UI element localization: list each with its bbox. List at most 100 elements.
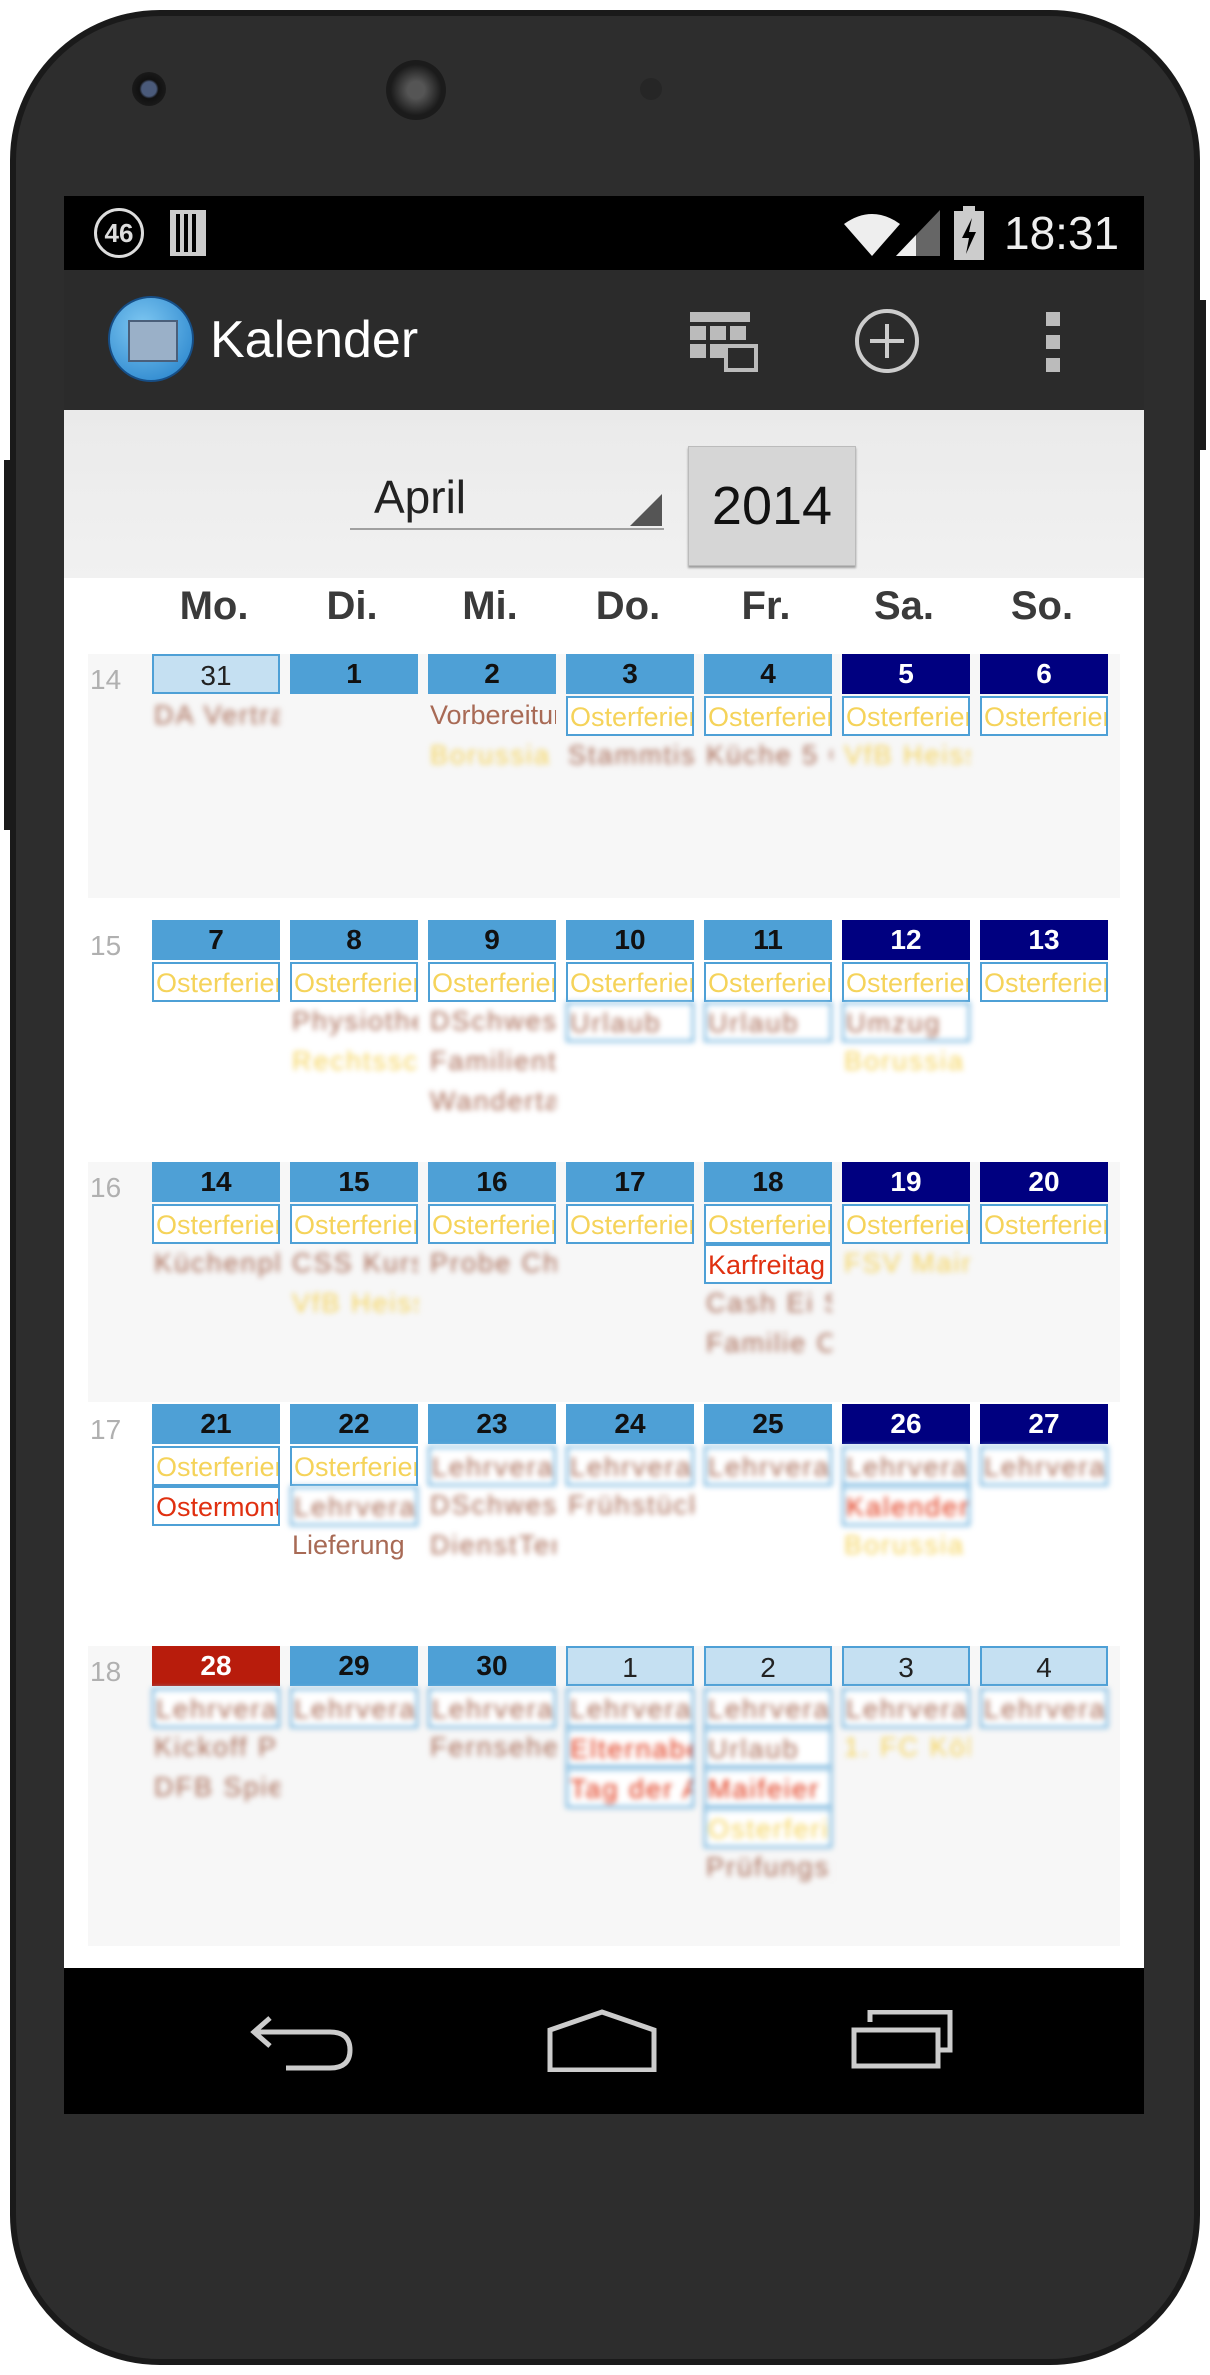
day-cell[interactable]: 20 [980, 1162, 1108, 1202]
event-entry[interactable]: CSS Kurs [290, 1244, 418, 1284]
event-entry[interactable]: Stammtisch [566, 736, 694, 776]
event-entry[interactable]: Probe Chor [428, 1244, 556, 1284]
day-cell[interactable]: 4 [704, 654, 832, 694]
home-icon[interactable] [544, 2008, 660, 2072]
day-cell[interactable]: 13 [980, 920, 1108, 960]
day-cell[interactable]: 6 [980, 654, 1108, 694]
day-cell[interactable]: 31 [152, 654, 280, 694]
event-entry[interactable]: Osterferien [566, 696, 694, 736]
event-entry[interactable]: Fernsehen [428, 1728, 556, 1768]
event-entry[interactable]: Osterferien [566, 1204, 694, 1244]
event-entry[interactable]: FSV Mainz [842, 1244, 970, 1284]
event-entry[interactable]: Osterferien [428, 962, 556, 1002]
day-cell[interactable]: 10 [566, 920, 694, 960]
day-cell[interactable]: 9 [428, 920, 556, 960]
calendar-grid-icon[interactable] [686, 308, 762, 374]
event-entry[interactable]: DFB Spiel [152, 1768, 280, 1808]
event-entry[interactable]: DienstTermin [428, 1526, 556, 1566]
day-cell[interactable]: 2 [428, 654, 556, 694]
day-cell[interactable]: 23 [428, 1404, 556, 1444]
day-cell[interactable]: 21 [152, 1404, 280, 1444]
day-cell[interactable]: 4 [980, 1646, 1108, 1686]
event-entry[interactable]: DSchwester [428, 1486, 556, 1526]
day-cell[interactable]: 22 [290, 1404, 418, 1444]
day-cell[interactable]: 1 [290, 654, 418, 694]
event-entry[interactable]: Maifeier C [704, 1768, 832, 1808]
event-entry[interactable]: Kalender K [842, 1486, 970, 1526]
event-entry[interactable]: Frühstück [566, 1486, 694, 1526]
day-cell[interactable]: 24 [566, 1404, 694, 1444]
event-entry[interactable]: Küche 5 C [704, 736, 832, 776]
day-cell[interactable]: 5 [842, 654, 970, 694]
event-entry[interactable]: Osterferien [566, 962, 694, 1002]
event-entry[interactable]: Osterferien [290, 962, 418, 1002]
event-entry[interactable]: Lehrveranst [980, 1688, 1108, 1728]
day-cell[interactable]: 14 [152, 1162, 280, 1202]
event-entry[interactable]: Osterferien [842, 962, 970, 1002]
year-button[interactable]: 2014 [688, 446, 856, 566]
event-entry[interactable]: Lehrveranst [704, 1446, 832, 1486]
event-entry[interactable]: Physiothera [290, 1002, 418, 1042]
event-entry[interactable]: Umzug [842, 1002, 970, 1042]
event-entry[interactable]: DA Vertrag [152, 696, 280, 736]
day-cell[interactable]: 2 [704, 1646, 832, 1686]
event-entry[interactable]: Osterferien [152, 1204, 280, 1244]
event-entry[interactable]: Osterferien [704, 1808, 832, 1848]
event-entry[interactable]: Lehrveranst [842, 1446, 970, 1486]
event-entry[interactable]: Urlaub [566, 1002, 694, 1042]
event-entry[interactable]: Vorbereitung [428, 696, 556, 736]
event-entry[interactable]: Urlaub [704, 1002, 832, 1042]
day-cell[interactable]: 3 [566, 654, 694, 694]
day-cell[interactable]: 19 [842, 1162, 970, 1202]
event-entry[interactable]: Lehrveranst [290, 1486, 418, 1526]
day-cell[interactable]: 15 [290, 1162, 418, 1202]
month-dropdown[interactable]: April [350, 456, 664, 530]
event-entry[interactable]: Osterferien [980, 1204, 1108, 1244]
event-entry[interactable]: Wandertag 1 [428, 1082, 556, 1122]
day-cell[interactable]: 7 [152, 920, 280, 960]
event-entry[interactable]: Lehrveranst [566, 1446, 694, 1486]
event-entry[interactable]: Kickoff P [152, 1728, 280, 1768]
day-cell[interactable]: 28 [152, 1646, 280, 1686]
event-entry[interactable]: Prüfungsplan [704, 1848, 832, 1888]
calendar-app-icon[interactable] [108, 296, 194, 382]
day-cell[interactable]: 17 [566, 1162, 694, 1202]
day-cell[interactable]: 3 [842, 1646, 970, 1686]
event-entry[interactable]: Lehrveranst [704, 1688, 832, 1728]
event-entry[interactable]: Osterferien [980, 696, 1108, 736]
event-entry[interactable]: Borussia D [842, 1042, 970, 1082]
day-cell[interactable]: 25 [704, 1404, 832, 1444]
event-entry[interactable]: Karfreitag [704, 1244, 832, 1284]
event-entry[interactable]: Lieferung [290, 1526, 418, 1566]
day-cell[interactable]: 11 [704, 920, 832, 960]
event-entry[interactable]: Tag der A [566, 1768, 694, 1808]
day-cell[interactable]: 30 [428, 1646, 556, 1686]
day-cell[interactable]: 1 [566, 1646, 694, 1686]
event-entry[interactable]: Lehrveranst [152, 1688, 280, 1728]
day-cell[interactable]: 27 [980, 1404, 1108, 1444]
event-entry[interactable]: DSchwester [428, 1002, 556, 1042]
event-entry[interactable]: Osterferien [704, 1204, 832, 1244]
event-entry[interactable]: VfB Heiss [290, 1284, 418, 1324]
event-entry[interactable]: Rechtsschutz [290, 1042, 418, 1082]
event-entry[interactable]: Lehrveranst [980, 1446, 1108, 1486]
event-entry[interactable]: Osterferien [842, 1204, 970, 1244]
overflow-menu-icon[interactable] [1044, 310, 1064, 374]
add-circle-icon[interactable] [854, 308, 920, 374]
event-entry[interactable]: Familie C [704, 1324, 832, 1364]
event-entry[interactable]: Lehrveranst [290, 1688, 418, 1728]
event-entry[interactable]: Urlaub [704, 1728, 832, 1768]
event-entry[interactable]: Osterferien [290, 1446, 418, 1486]
day-cell[interactable]: 8 [290, 920, 418, 960]
event-entry[interactable]: Elternabend [566, 1728, 694, 1768]
event-entry[interactable]: Familientreff [428, 1042, 556, 1082]
event-entry[interactable]: Borussia D [428, 736, 556, 776]
event-entry[interactable]: Osterferien [290, 1204, 418, 1244]
event-entry[interactable]: Borussia D [842, 1526, 970, 1566]
event-entry[interactable]: VfB Heiss [842, 736, 970, 776]
event-entry[interactable]: Lehrveranst [842, 1688, 970, 1728]
event-entry[interactable]: Osterferien [842, 696, 970, 736]
event-entry[interactable]: Küchenplan [152, 1244, 280, 1284]
event-entry[interactable]: Lehrveranst [428, 1446, 556, 1486]
event-entry[interactable]: Lehrveranst [566, 1688, 694, 1728]
